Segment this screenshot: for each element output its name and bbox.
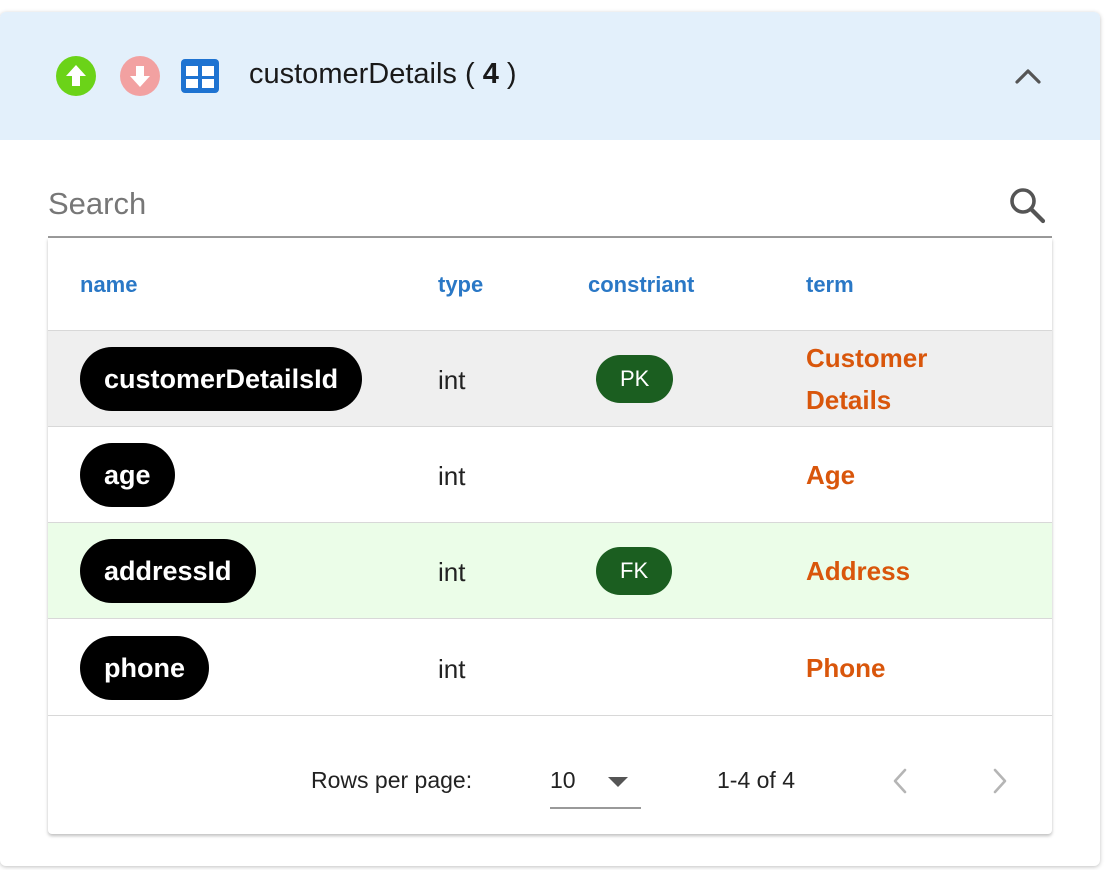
column-type: int [438, 654, 466, 684]
count-open-paren: ( [464, 58, 475, 90]
table-row[interactable]: customerDetailsId int PK Customer Detail… [48, 331, 1052, 427]
rows-per-page-value: 10 [550, 767, 576, 793]
column-name-chip[interactable]: customerDetailsId [80, 347, 363, 411]
column-name-chip[interactable]: addressId [80, 539, 256, 603]
arrow-upward-circle-icon[interactable] [55, 55, 97, 97]
chevron-up-icon [1015, 69, 1041, 84]
caret-down-icon [608, 777, 628, 787]
table-row[interactable]: age int Age [48, 427, 1052, 523]
column-type: int [438, 365, 466, 395]
next-page-button[interactable] [982, 763, 1018, 799]
column-name-chip[interactable]: age [80, 443, 175, 507]
columns-table: name type constriant term customerDetail… [48, 238, 1052, 834]
chevron-left-icon [893, 768, 907, 794]
column-count: 4 [482, 58, 499, 90]
arrow-downward-circle-icon[interactable] [119, 55, 161, 97]
primary-key-chip: PK [596, 355, 674, 403]
table-pagination: Rows per page: 10 1-4 of 4 [48, 729, 1052, 834]
table-row[interactable]: addressId int FK Address [48, 523, 1052, 619]
collapse-button[interactable] [1004, 52, 1052, 100]
pagination-range: 1-4 of 4 [717, 767, 795, 793]
column-name-chip[interactable]: phone [80, 636, 209, 700]
table-icon [179, 55, 221, 97]
column-header-type[interactable]: type [438, 272, 483, 298]
rows-per-page-select[interactable]: 10 [550, 757, 641, 809]
column-header-term[interactable]: term [806, 272, 854, 298]
term-link[interactable]: Phone [806, 647, 1006, 689]
term-link[interactable]: Age [806, 454, 1006, 496]
column-type: int [438, 461, 466, 491]
count-close-paren: ) [506, 58, 517, 90]
search-icon[interactable] [1006, 184, 1050, 228]
table-name: customerDetails [249, 58, 457, 90]
previous-page-button[interactable] [882, 763, 918, 799]
table-header: name type constriant term [48, 238, 1052, 331]
term-link[interactable]: Customer Details [806, 337, 1006, 421]
card-header[interactable]: customerDetails ( 4 ) [0, 12, 1100, 140]
table-details-card: customerDetails ( 4 ) name type constria… [0, 12, 1100, 866]
chevron-right-icon [993, 768, 1007, 794]
column-header-name[interactable]: name [80, 272, 137, 298]
table-title: customerDetails ( 4 ) [249, 56, 517, 92]
search-input[interactable] [48, 182, 988, 226]
foreign-key-chip: FK [596, 547, 673, 595]
column-type: int [438, 557, 466, 587]
search-bar [48, 174, 1052, 238]
term-link[interactable]: Address [806, 550, 1006, 592]
table-row[interactable]: phone int Phone [48, 619, 1052, 716]
rows-per-page-label: Rows per page: [311, 767, 473, 793]
column-header-constraint[interactable]: constriant [588, 272, 694, 298]
